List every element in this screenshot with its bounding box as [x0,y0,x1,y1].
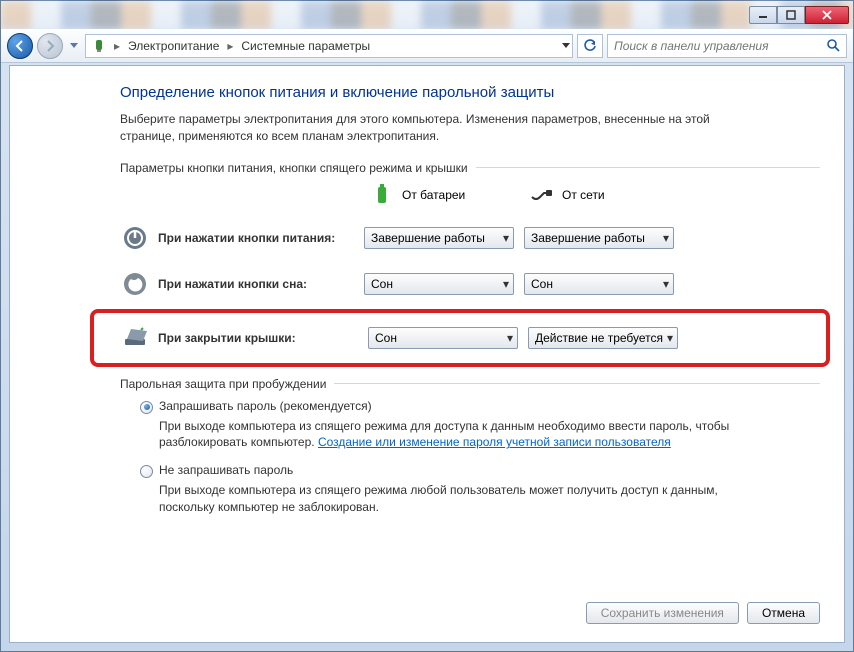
divider [476,167,820,168]
laptop-lid-icon [120,323,150,353]
chevron-down-icon[interactable] [562,43,570,49]
row-lid-close: При закрытии крышки: Сон▾ Действие не тр… [90,309,830,367]
link-create-password[interactable]: Создание или изменение пароля учетной за… [318,435,671,449]
breadcrumb-item[interactable]: Системные параметры [237,35,374,57]
power-icon [120,223,150,253]
row-label: При закрытии крышки: [158,331,368,345]
power-options-icon [90,37,108,55]
navbar: ▸ Электропитание ▸ Системные параметры [1,29,853,63]
back-button[interactable] [7,33,33,59]
chevron-right-icon[interactable]: ▸ [223,35,237,57]
content-area: Определение кнопок питания и включение п… [9,65,845,643]
section-buttons-legend: Параметры кнопки питания, кнопки спящего… [120,161,468,175]
radio-require-password[interactable] [140,401,153,414]
footer: Сохранить изменения Отмена [586,602,820,624]
window: ▸ Электропитание ▸ Системные параметры О… [0,0,854,652]
page-title: Определение кнопок питания и включение п… [120,84,820,101]
battery-icon [370,183,394,207]
nav-history-dropdown[interactable] [67,35,81,57]
breadcrumb-item[interactable]: Электропитание [124,35,223,57]
row-power-button: При нажатии кнопки питания: Завершение р… [120,217,820,259]
breadcrumb-bar[interactable]: ▸ Электропитание ▸ Системные параметры [85,34,573,58]
column-plugged-header: От сети [530,183,690,207]
chevron-down-icon: ▾ [663,277,669,291]
radio-no-password[interactable] [140,465,153,478]
forward-button[interactable] [37,33,63,59]
power-plugged-select[interactable]: Завершение работы▾ [524,227,674,249]
page-description: Выберите параметры электропитания для эт… [120,111,760,145]
radio-label: Запрашивать пароль (рекомендуется) [159,399,372,413]
search-box[interactable] [607,34,847,58]
sleep-plugged-select[interactable]: Сон▾ [524,273,674,295]
chevron-down-icon: ▾ [503,277,509,291]
divider [334,383,820,384]
column-plugged-label: От сети [562,188,605,202]
maximize-button[interactable] [777,6,805,24]
minimize-button[interactable] [749,6,777,24]
column-battery-label: От батареи [402,188,465,202]
radio-description: При выходе компьютера из спящего режима … [140,482,740,516]
radio-description: При выходе компьютера из спящего режима … [140,418,740,452]
lid-plugged-select[interactable]: Действие не требуется▾ [528,327,678,349]
sleep-icon [120,269,150,299]
cancel-button[interactable]: Отмена [747,602,820,624]
row-label: При нажатии кнопки сна: [158,277,364,291]
radio-label: Не запрашивать пароль [159,463,293,477]
chevron-down-icon: ▾ [663,231,669,245]
lid-battery-select[interactable]: Сон▾ [368,327,518,349]
section-password-legend: Парольная защита при пробуждении [120,377,326,391]
sleep-battery-select[interactable]: Сон▾ [364,273,514,295]
search-icon[interactable] [826,38,840,55]
close-button[interactable] [805,6,849,24]
chevron-down-icon: ▾ [667,331,673,345]
row-sleep-button: При нажатии кнопки сна: Сон▾ Сон▾ [120,263,820,305]
chevron-right-icon[interactable]: ▸ [110,35,124,57]
aero-blur-bg [1,1,853,29]
refresh-button[interactable] [577,34,603,58]
power-battery-select[interactable]: Завершение работы▾ [364,227,514,249]
row-label: При нажатии кнопки питания: [158,231,364,245]
chevron-down-icon: ▾ [507,331,513,345]
save-button[interactable]: Сохранить изменения [586,602,739,624]
search-input[interactable] [614,39,826,53]
chevron-down-icon: ▾ [503,231,509,245]
column-battery-header: От батареи [370,183,530,207]
plug-icon [530,183,554,207]
